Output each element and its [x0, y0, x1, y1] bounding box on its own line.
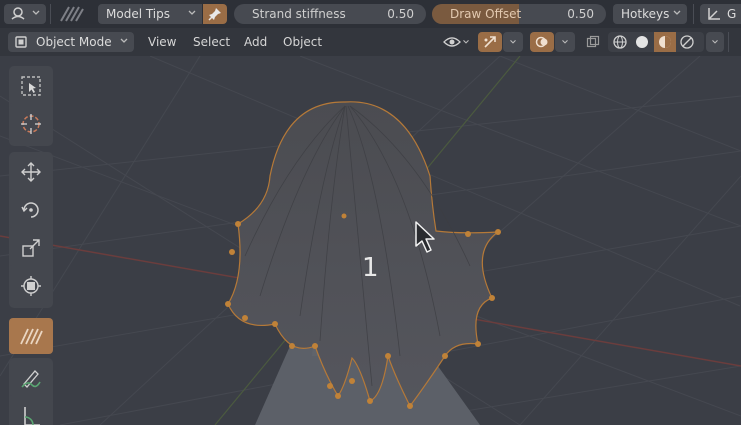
viewport-scene — [0, 56, 741, 425]
select-box-icon — [21, 76, 41, 96]
overlay-toggle[interactable] — [530, 32, 554, 52]
tool-cursor[interactable] — [9, 106, 53, 142]
rotate-icon — [21, 202, 39, 218]
menu-add[interactable]: Add — [244, 32, 267, 52]
chevron-down-icon — [712, 39, 718, 44]
gizmo-toggle[interactable] — [478, 32, 502, 52]
annotate-icon — [21, 370, 41, 388]
tool-select-box[interactable] — [9, 68, 53, 104]
xray-toggle[interactable] — [582, 32, 604, 52]
separator — [728, 32, 729, 52]
strand-stiffness-value: 0.50 — [387, 7, 414, 21]
gizmo-icon — [484, 36, 496, 48]
tool-measure[interactable] — [9, 398, 53, 425]
cut-label: G — [727, 7, 737, 21]
cursor-icon — [21, 114, 41, 134]
pin-icon — [208, 8, 221, 21]
tool-transform[interactable] — [9, 268, 53, 304]
rendered-shading-icon[interactable] — [679, 34, 695, 50]
menu-object[interactable]: Object — [283, 32, 322, 52]
material-shading-button[interactable] — [654, 32, 676, 52]
strand-stiffness-slider[interactable]: Strand stiffness 0.50 — [234, 4, 426, 24]
tool-scale[interactable] — [9, 230, 53, 266]
mode-dropdown-label: Model Tips — [106, 7, 171, 21]
tool-settings-header: Model Tips Strand stiffness 0.50 Draw Of… — [0, 0, 741, 29]
separator — [693, 4, 694, 24]
tool-rotate[interactable] — [9, 192, 53, 228]
shading-dropdown[interactable] — [706, 32, 724, 52]
object-mode-dropdown[interactable]: Object Mode — [8, 32, 134, 52]
viewport-header: Object Mode View Select Add Object — [0, 28, 741, 56]
move-icon — [21, 162, 41, 182]
scale-icon — [22, 239, 40, 257]
transform-pivot-icon — [708, 8, 720, 20]
overlay-icon — [535, 36, 548, 48]
chevron-down-icon — [673, 10, 681, 15]
measure-icon — [24, 407, 40, 425]
chevron-down-icon — [562, 39, 568, 44]
3d-viewport[interactable]: 1 — [0, 56, 741, 425]
menu-select[interactable]: Select — [193, 32, 230, 52]
tool-annotate[interactable] — [9, 360, 53, 396]
draw-offset-value: 0.50 — [567, 7, 594, 21]
object-mode-icon — [15, 36, 27, 48]
hotkeys-label: Hotkeys — [621, 7, 670, 21]
chevron-down-icon — [188, 10, 196, 15]
tool-move[interactable] — [9, 154, 53, 190]
material-shading-icon — [659, 36, 671, 48]
stripes-icon[interactable] — [58, 5, 84, 23]
xray-icon — [586, 35, 600, 48]
separator — [50, 4, 51, 24]
menu-view[interactable]: View — [148, 32, 176, 52]
eye-icon — [443, 37, 461, 47]
hotkeys-dropdown[interactable]: Hotkeys — [613, 4, 687, 24]
pin-button[interactable] — [203, 4, 227, 24]
mode-dropdown[interactable]: Model Tips — [98, 4, 202, 24]
cut-button[interactable]: G — [700, 4, 741, 24]
wireframe-shading-icon[interactable] — [612, 34, 628, 50]
solid-shading-icon[interactable] — [634, 34, 650, 50]
draw-offset-slider[interactable]: Draw Offset 0.50 — [432, 4, 606, 24]
overlay-dropdown[interactable] — [555, 32, 575, 52]
hair-brush-icon — [11, 7, 25, 20]
transform-icon — [21, 276, 41, 296]
chevron-down-icon — [463, 39, 469, 44]
visibility-dropdown[interactable] — [440, 32, 474, 52]
shading-group — [608, 32, 704, 52]
gizmo-dropdown[interactable] — [503, 32, 523, 52]
brush-select-dropdown[interactable] — [4, 4, 46, 24]
chevron-down-icon — [32, 10, 40, 15]
chevron-down-icon — [120, 38, 128, 43]
chevron-down-icon — [510, 39, 516, 44]
object-mode-label: Object Mode — [36, 35, 112, 49]
tool-hair-comb[interactable] — [9, 318, 53, 354]
hair-comb-icon — [20, 328, 43, 345]
strand-count-label: 1 — [362, 253, 379, 283]
